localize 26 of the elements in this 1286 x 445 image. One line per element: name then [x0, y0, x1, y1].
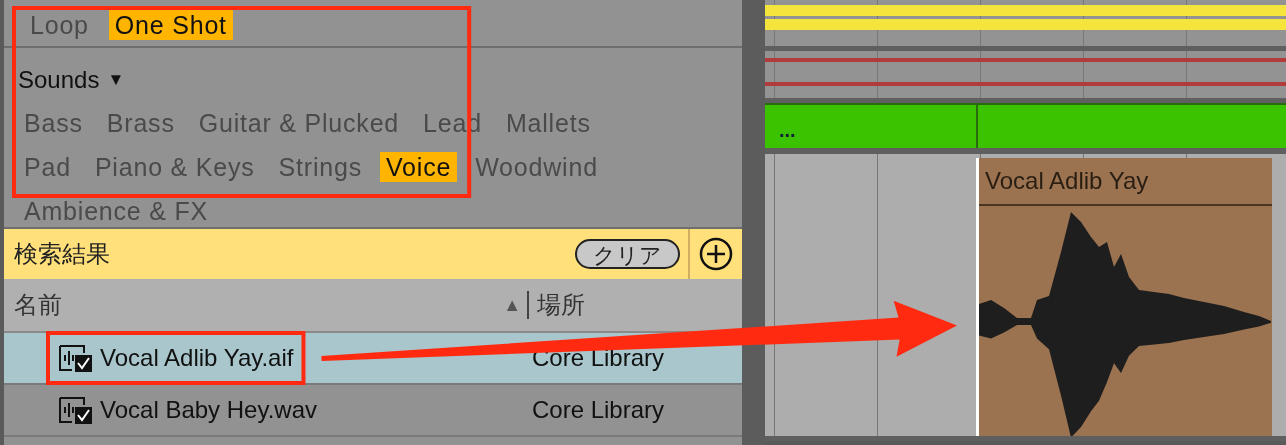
category-chip[interactable]: Piano & Keys: [88, 152, 261, 182]
file-row[interactable]: Vocal Baby Hey.wav Core Library: [4, 385, 742, 437]
category-chip[interactable]: Bass: [18, 108, 89, 138]
category-chip[interactable]: Guitar & Plucked: [192, 108, 406, 138]
filter-chip[interactable]: One Shot: [108, 10, 233, 40]
category-chip[interactable]: Voice: [380, 152, 458, 182]
category-chip[interactable]: Brass: [100, 108, 181, 138]
dropdown-toggle[interactable]: ▼: [107, 70, 125, 90]
track-label: ...: [779, 119, 796, 142]
clear-button[interactable]: クリア: [575, 239, 680, 269]
results-title: 検索結果: [13, 239, 111, 269]
file-name: Vocal Baby Hey.wav: [100, 396, 317, 424]
category-chip[interactable]: Mallets: [499, 108, 597, 138]
category-chip[interactable]: Strings: [272, 152, 368, 182]
file-name: Vocal Adlib Yay.aif: [100, 344, 294, 372]
column-label[interactable]: 場所: [537, 289, 742, 321]
file-location: Core Library: [532, 396, 666, 424]
category-chip[interactable]: Woodwind: [469, 152, 604, 182]
audio-clip[interactable]: Vocal Adlib Yay: [976, 158, 1272, 436]
category-chip[interactable]: Ambience & FX: [18, 196, 215, 226]
sort-indicator[interactable]: ▲: [503, 294, 527, 316]
category-chip[interactable]: Pad: [18, 152, 77, 182]
column-label[interactable]: 名前: [4, 289, 504, 321]
filter-chip[interactable]: Loop: [24, 10, 95, 40]
clip-name: Vocal Adlib Yay: [984, 167, 1149, 195]
section-label: Sounds: [18, 66, 100, 94]
